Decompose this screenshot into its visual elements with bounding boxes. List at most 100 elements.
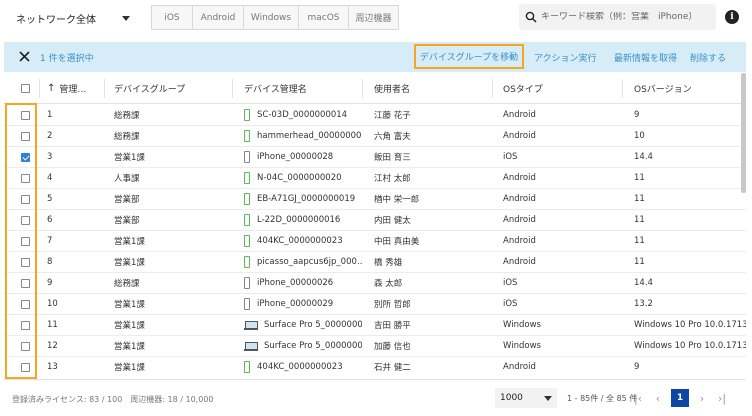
group-select[interactable]: ネットワーク全体 — [10, 7, 136, 29]
cell-group: 総務課 — [114, 132, 140, 142]
cell-number: 3 — [47, 152, 53, 162]
cell-os-version: 13.2 — [634, 299, 653, 309]
cell-device[interactable]: N-04C_0000000020 — [244, 168, 362, 188]
per-page-value: 1000 — [500, 393, 523, 403]
select-all-checkbox[interactable] — [21, 84, 30, 93]
device-name: iPhone_00000026 — [257, 278, 334, 288]
cell-device[interactable]: iPhone_00000029 — [244, 294, 362, 314]
filter-bar: ネットワーク全体 iOS Android Windows macOS 周辺機器 … — [0, 0, 752, 36]
device-name: Surface Pro 5_00000000… — [264, 320, 362, 330]
page-current[interactable]: 1 — [671, 389, 689, 407]
cell-number: 6 — [47, 215, 53, 225]
cell-device[interactable]: 404KC_0000000023 — [244, 357, 362, 377]
col-header-group[interactable]: デバイスグループ — [114, 73, 185, 104]
cell-device[interactable]: Surface Pro 5_00000000… — [244, 315, 362, 335]
first-page-icon[interactable]: |‹ — [629, 389, 647, 407]
tab-android[interactable]: Android — [193, 6, 244, 29]
col-header-number[interactable]: ↑ 管理… — [47, 73, 86, 104]
move-group-button[interactable]: デバイスグループを移動 — [414, 44, 524, 69]
fetch-latest-button[interactable]: 最新情報を取得 — [614, 51, 677, 64]
col-header-os-version[interactable]: OSバージョン — [634, 73, 692, 104]
cell-os-type: iOS — [503, 278, 518, 288]
info-icon[interactable]: i — [725, 10, 739, 24]
search-box — [519, 4, 716, 30]
scrollbar[interactable] — [741, 73, 746, 193]
cell-os-version: 14.4 — [634, 278, 653, 288]
cell-user: 別所 哲郎 — [374, 300, 411, 310]
cell-user: 内田 健太 — [374, 216, 411, 226]
cell-group: 営業1課 — [114, 300, 145, 310]
cell-os-type: Android — [503, 110, 536, 120]
iphone-icon — [244, 298, 250, 310]
cell-device[interactable]: L-22D_0000000016 — [244, 210, 362, 230]
cell-device[interactable]: EB-A71GJ_0000000019 — [244, 189, 362, 209]
col-header-os-type[interactable]: OSタイプ — [503, 73, 543, 104]
cell-user: 楢中 栄一郎 — [374, 195, 420, 205]
close-icon[interactable] — [18, 50, 31, 63]
cell-number: 11 — [47, 320, 58, 330]
cell-group: 営業部 — [114, 195, 140, 205]
table-row[interactable]: 12 営業1課 Surface Pro 5_00000000… 加藤 信也 Window… — [4, 336, 746, 357]
table-row[interactable]: 11 営業1課 Surface Pro 5_00000000… 吉田 勝平 Window… — [4, 315, 746, 336]
cell-device[interactable]: hammerhead_00000000… — [244, 126, 362, 146]
table-row[interactable]: 1 総務課 SC-03D_0000000014 江藤 花子 Android 9 — [4, 105, 746, 126]
cell-device[interactable]: SC-03D_0000000014 — [244, 105, 362, 125]
table-row[interactable]: 4 人事課 N-04C_0000000020 江村 太郎 Android 11 — [4, 168, 746, 189]
table-row[interactable]: 8 営業1課 picasso_aapcus6jp_000… 橋 秀雄 Android 11 — [4, 252, 746, 273]
col-header-user[interactable]: 使用者名 — [374, 73, 410, 104]
device-name: 404KC_0000000023 — [257, 362, 343, 372]
next-page-icon[interactable]: › — [693, 389, 711, 407]
tab-macos[interactable]: macOS — [299, 6, 349, 29]
tab-ios[interactable]: iOS — [152, 6, 193, 29]
android-phone-icon — [244, 235, 250, 247]
cell-device[interactable]: iPhone_00000028 — [244, 147, 362, 167]
table-row[interactable]: 7 営業1課 404KC_0000000023 中田 真由美 Android 11 — [4, 231, 746, 252]
cell-device[interactable]: picasso_aapcus6jp_000… — [244, 252, 362, 272]
cell-os-type: Android — [503, 173, 536, 183]
cell-number: 1 — [47, 110, 53, 120]
table-row[interactable]: 2 総務課 hammerhead_00000000… 六角 富夫 Android 10 — [4, 126, 746, 147]
cell-device[interactable]: 404KC_0000000023 — [244, 231, 362, 251]
cell-os-version: 11 — [634, 194, 645, 204]
checkbox-column-highlight — [5, 103, 37, 379]
cell-user: 中田 真由美 — [374, 237, 420, 247]
table-row[interactable]: 13 営業1課 404KC_0000000023 石井 健二 Android 9 — [4, 357, 746, 377]
cell-group: 営業1課 — [114, 153, 145, 163]
selection-bar: 1 件を選択中 デバイスグループを移動 アクション実行 最新情報を取得 削除する — [4, 42, 746, 72]
col-header-device[interactable]: デバイス管理名 — [244, 73, 307, 104]
per-page-select[interactable]: 1000 — [495, 388, 557, 408]
cell-os-type: Windows — [503, 320, 541, 330]
tab-peripherals[interactable]: 周辺機器 — [349, 6, 398, 29]
run-action-button[interactable]: アクション実行 — [534, 51, 597, 64]
table-row[interactable]: 10 営業1課 iPhone_00000029 別所 哲郎 iOS 13.2 — [4, 294, 746, 315]
device-name: iPhone_00000028 — [257, 152, 334, 162]
table-row[interactable]: 6 営業部 L-22D_0000000016 内田 健太 Android 11 — [4, 210, 746, 231]
cell-os-version: Windows 10 Pro 10.0.17134 — [634, 320, 746, 330]
laptop-icon — [244, 320, 258, 330]
tab-windows[interactable]: Windows — [244, 6, 299, 29]
android-phone-icon — [244, 130, 250, 142]
result-range: 1 - 85件 / 全 85 件 — [567, 394, 638, 403]
device-name: hammerhead_00000000… — [257, 131, 362, 141]
iphone-icon — [244, 277, 250, 289]
device-name: picasso_aapcus6jp_000… — [257, 257, 362, 267]
cell-user: 飯田 育三 — [374, 153, 411, 163]
cell-os-version: Windows 10 Pro 10.0.17134 — [634, 341, 746, 351]
cell-number: 10 — [47, 299, 58, 309]
delete-button[interactable]: 削除する — [690, 51, 726, 64]
android-phone-icon — [244, 214, 250, 226]
search-input[interactable] — [541, 12, 711, 22]
android-phone-icon — [244, 361, 250, 373]
table-row[interactable]: 9 総務課 iPhone_00000026 森 太郎 iOS 14.4 — [4, 273, 746, 294]
cell-number: 7 — [47, 236, 53, 246]
table-row[interactable]: 5 営業部 EB-A71GJ_0000000019 楢中 栄一郎 Android 11 — [4, 189, 746, 210]
prev-page-icon[interactable]: ‹ — [649, 389, 667, 407]
last-page-icon[interactable]: ›| — [713, 389, 731, 407]
cell-os-version: 9 — [634, 362, 640, 372]
cell-os-version: 11 — [634, 236, 645, 246]
cell-device[interactable]: Surface Pro 5_00000000… — [244, 336, 362, 356]
table-row[interactable]: 3 営業1課 iPhone_00000028 飯田 育三 iOS 14.4 — [4, 147, 746, 168]
cell-os-type: iOS — [503, 299, 518, 309]
cell-os-version: 14.4 — [634, 152, 653, 162]
cell-device[interactable]: iPhone_00000026 — [244, 273, 362, 293]
